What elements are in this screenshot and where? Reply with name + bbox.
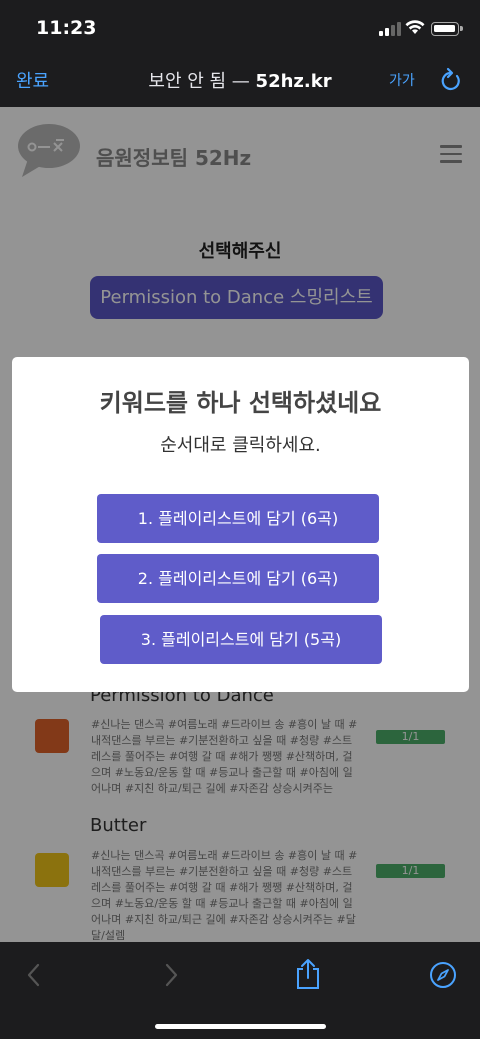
forward-arrow-icon[interactable]: [163, 963, 179, 987]
wifi-icon: [405, 20, 425, 34]
add-to-playlist-button-3[interactable]: 3. 플레이리스트에 담기 (5곡): [100, 615, 382, 664]
share-icon[interactable]: [295, 958, 321, 990]
cellular-signal-icon: [379, 22, 401, 36]
home-indicator[interactable]: [155, 1024, 326, 1029]
back-arrow-icon[interactable]: [26, 963, 42, 987]
add-to-playlist-button-1[interactable]: 1. 플레이리스트에 담기 (6곡): [97, 494, 379, 543]
reload-icon[interactable]: [438, 67, 462, 93]
compass-icon[interactable]: [429, 961, 457, 989]
battery-icon: [431, 22, 463, 36]
not-secure-label: 보안 안 됨 —: [148, 71, 250, 92]
status-bar: 11:23: [0, 0, 480, 56]
browser-top-chrome: 11:23 완료 보안 안 됨 — 52hz.kr 가가: [0, 0, 480, 107]
browser-toolbar: [0, 942, 480, 1039]
text-size-button[interactable]: 가가: [389, 70, 415, 90]
address-bar[interactable]: 완료 보안 안 됨 — 52hz.kr 가가: [0, 56, 480, 107]
modal-subtitle: 순서대로 클릭하세요.: [160, 435, 321, 456]
add-to-playlist-button-2[interactable]: 2. 플레이리스트에 담기 (6곡): [97, 554, 379, 603]
status-time: 11:23: [36, 17, 97, 39]
url-host: 52hz.kr: [255, 71, 332, 92]
playlist-modal: 키워드를 하나 선택하셨네요 순서대로 클릭하세요. 1. 플레이리스트에 담기…: [12, 357, 469, 692]
modal-title: 키워드를 하나 선택하셨네요: [99, 389, 382, 417]
